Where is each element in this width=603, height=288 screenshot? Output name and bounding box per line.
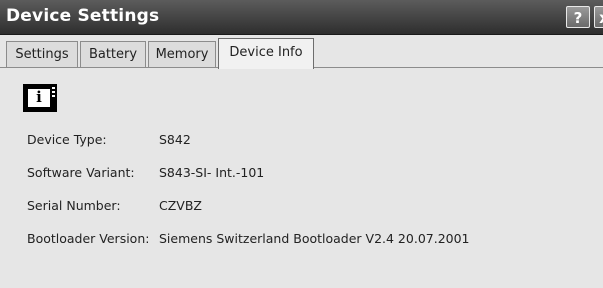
device-type-label: Device Type: [27, 132, 107, 147]
info-icon-dots [52, 87, 55, 101]
device-type-value: S842 [158, 132, 191, 147]
info-icon: i [23, 84, 57, 112]
software-variant-label: Software Variant: [27, 165, 135, 180]
bootloader-version-row: Bootloader Version: Siemens Switzerland … [27, 231, 470, 246]
help-button[interactable]: ? [566, 6, 590, 28]
device-info-panel: i Device Type: S842 Software Variant: S8… [0, 68, 603, 288]
tab-memory[interactable]: Memory [148, 41, 216, 68]
close-button[interactable]: x [594, 6, 603, 28]
tab-battery[interactable]: Battery [80, 41, 146, 68]
serial-number-row: Serial Number: CZVBZ [27, 198, 202, 213]
bootloader-version-value: Siemens Switzerland Bootloader V2.4 20.0… [158, 231, 470, 246]
bootloader-version-label: Bootloader Version: [27, 231, 150, 246]
serial-number-label: Serial Number: [27, 198, 121, 213]
info-icon-glyph: i [27, 88, 51, 108]
tab-strip: Settings Battery Memory Device Info [0, 34, 603, 69]
software-variant-row: Software Variant: S843-SI- Int.-101 [27, 165, 264, 180]
device-type-row: Device Type: S842 [27, 132, 191, 147]
title-bar: Device Settings ? x [0, 0, 603, 35]
tab-settings[interactable]: Settings [6, 41, 78, 68]
software-variant-value: S843-SI- Int.-101 [158, 165, 265, 180]
serial-number-value: CZVBZ [158, 198, 202, 213]
window-title: Device Settings [6, 6, 160, 26]
tab-device-info[interactable]: Device Info [218, 38, 314, 69]
